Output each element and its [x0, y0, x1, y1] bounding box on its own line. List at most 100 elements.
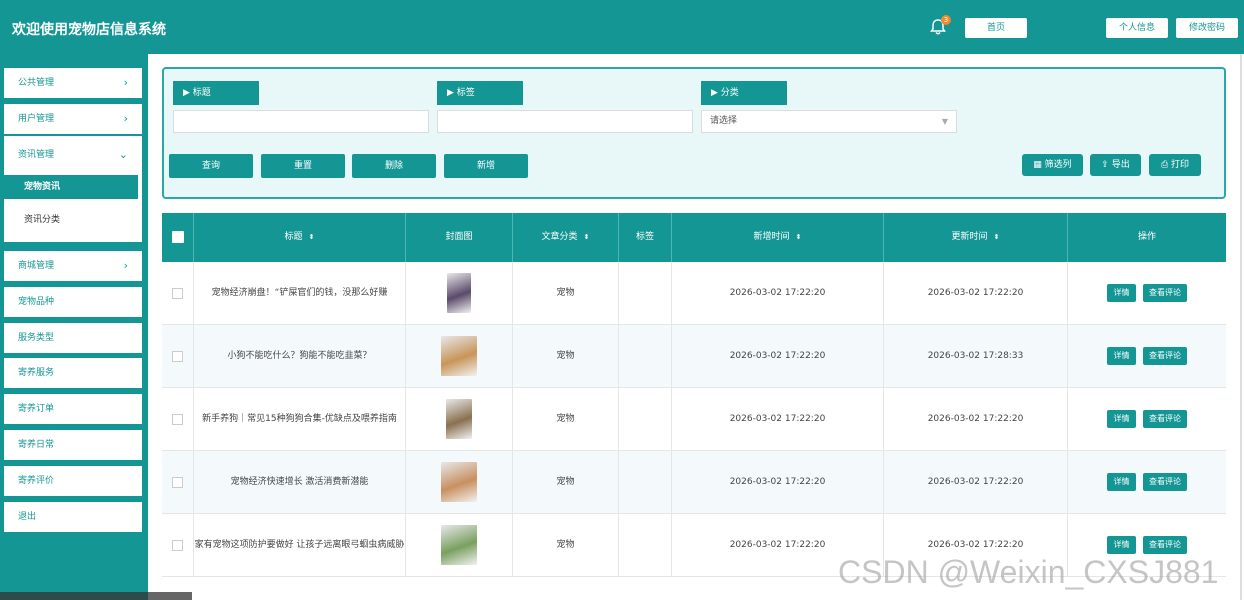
- row-title: 小狗不能吃什么？狗能不能吃韭菜？: [194, 325, 406, 387]
- header-updated-label: 更新时间: [951, 232, 988, 242]
- sort-icon[interactable]: ⬍: [309, 233, 315, 241]
- row-title: 宠物经济快速增长 激活消费新潜能: [194, 451, 406, 513]
- row-category: 宠物: [513, 451, 619, 513]
- row-cover-cell: [406, 325, 513, 387]
- cover-image: [441, 336, 477, 376]
- home-button[interactable]: 首页: [965, 18, 1027, 38]
- detail-button[interactable]: 详情: [1107, 284, 1136, 302]
- view-comments-button[interactable]: 查看评论: [1143, 347, 1187, 365]
- add-button[interactable]: 新增: [444, 154, 528, 178]
- sort-icon[interactable]: ⬍: [796, 233, 802, 241]
- row-category: 宠物: [513, 262, 619, 324]
- category-select[interactable]: 请选择 ▼: [701, 110, 957, 133]
- row-updated: 2026-03-02 17:28:33: [884, 325, 1068, 387]
- row-created: 2026-03-02 17:22:20: [672, 262, 884, 324]
- title-search-input[interactable]: [173, 110, 429, 133]
- row-checkbox[interactable]: [172, 351, 183, 362]
- sidebar-item-boarding-services[interactable]: 寄养服务: [4, 358, 142, 388]
- row-checkbox[interactable]: [172, 477, 183, 488]
- sidebar-item-service-types[interactable]: 服务类型: [4, 323, 142, 353]
- chevron-right-icon: ›: [123, 112, 128, 125]
- print-button[interactable]: ⎙ 打印: [1149, 154, 1201, 176]
- detail-button[interactable]: 详情: [1107, 536, 1136, 554]
- category-select-value: 请选择: [710, 116, 738, 126]
- sidebar-item-news[interactable]: 资讯管理 ⌄: [4, 140, 142, 170]
- header-created[interactable]: 新增时间 ⬍: [672, 213, 884, 262]
- header-category[interactable]: 文章分类 ⬍: [513, 213, 619, 262]
- row-updated: 2026-03-02 17:22:20: [884, 451, 1068, 513]
- row-tag: [619, 325, 672, 387]
- sidebar-subitem-pet-news[interactable]: 宠物资讯: [4, 175, 138, 199]
- profile-button[interactable]: 个人信息: [1106, 18, 1168, 38]
- caret-down-icon: ▼: [941, 117, 948, 126]
- sidebar-subitem-news-category[interactable]: 资讯分类: [4, 208, 138, 232]
- sidebar-item-label: 商城管理: [18, 261, 55, 271]
- filter-panel: [162, 67, 1226, 199]
- table-header: 标题 ⬍ 封面图 文章分类 ⬍ 标签 新增时间 ⬍ 更新时间 ⬍ 操作: [162, 213, 1226, 262]
- header-actions: 操作: [1137, 232, 1156, 242]
- cover-image: [441, 525, 477, 565]
- cover-image: [447, 273, 471, 313]
- sidebar-item-label: 用户管理: [18, 114, 55, 124]
- sidebar-item-public[interactable]: 公共管理 ›: [4, 68, 142, 98]
- query-button[interactable]: 查询: [169, 154, 253, 178]
- tag-filter-label: ▶ 标签: [437, 81, 523, 105]
- row-title: 宠物经济崩盘！“铲屎官们的钱，没那么好赚: [194, 262, 406, 324]
- change-password-button[interactable]: 修改密码: [1176, 18, 1238, 38]
- sidebar-item-boarding-daily[interactable]: 寄养日常: [4, 430, 142, 460]
- reset-button[interactable]: 重置: [261, 154, 345, 178]
- sidebar-item-pet-breeds[interactable]: 宠物品种: [4, 287, 142, 317]
- tag-search-input[interactable]: [437, 110, 693, 133]
- sidebar-item-users[interactable]: 用户管理 ›: [4, 104, 142, 134]
- view-comments-button[interactable]: 查看评论: [1143, 473, 1187, 491]
- top-bar: 欢迎使用宠物店信息系统: [0, 0, 1244, 54]
- sidebar-item-boarding-reviews[interactable]: 寄养评价: [4, 466, 142, 496]
- select-all-checkbox[interactable]: [172, 231, 184, 243]
- row-checkbox[interactable]: [172, 288, 183, 299]
- row-tag: [619, 451, 672, 513]
- scrollbar-track[interactable]: [1240, 54, 1242, 600]
- sidebar-item-mall[interactable]: 商城管理 ›: [4, 251, 142, 281]
- chevron-right-icon: ›: [123, 76, 128, 89]
- sidebar-item-boarding-orders[interactable]: 寄养订单: [4, 394, 142, 424]
- row-checkbox[interactable]: [172, 414, 183, 425]
- row-cover-cell: [406, 514, 513, 576]
- header-title[interactable]: 标题 ⬍: [194, 213, 406, 262]
- delete-button[interactable]: 删除: [352, 154, 436, 178]
- title-filter-label: ▶ 标题: [173, 81, 259, 105]
- detail-button[interactable]: 详情: [1107, 473, 1136, 491]
- chevron-down-icon: ⌄: [118, 148, 128, 161]
- header-select-cell: [162, 213, 194, 262]
- view-comments-button[interactable]: 查看评论: [1143, 536, 1187, 554]
- row-select-cell: [162, 388, 194, 450]
- detail-button[interactable]: 详情: [1107, 410, 1136, 428]
- view-comments-button[interactable]: 查看评论: [1143, 284, 1187, 302]
- filter-columns-label: 筛选列: [1044, 160, 1072, 170]
- category-filter-label: ▶ 分类: [701, 81, 787, 105]
- chevron-right-icon: ›: [123, 259, 128, 272]
- sort-icon[interactable]: ⬍: [994, 233, 1000, 241]
- view-comments-button[interactable]: 查看评论: [1143, 410, 1187, 428]
- table-row[interactable]: 宠物经济快速增长 激活消费新潜能 宠物 2026-03-02 17:22:20 202…: [162, 451, 1226, 514]
- row-created: 2026-03-02 17:22:20: [672, 325, 884, 387]
- sidebar-item-logout[interactable]: 退出: [4, 502, 142, 532]
- row-select-cell: [162, 514, 194, 576]
- watermark: CSDN @Weixin_CXSJ881: [838, 554, 1219, 590]
- print-label: 打印: [1171, 160, 1190, 170]
- detail-button[interactable]: 详情: [1107, 347, 1136, 365]
- header-updated[interactable]: 更新时间 ⬍: [884, 213, 1068, 262]
- table-row[interactable]: 新手养狗｜常见15种狗狗合集-优缺点及喂养指南 宠物 2026-03-02 17:2…: [162, 388, 1226, 451]
- filter-columns-button[interactable]: ▦ 筛选列: [1022, 154, 1083, 176]
- row-created: 2026-03-02 17:22:20: [672, 388, 884, 450]
- export-button[interactable]: ⇪ 导出: [1090, 154, 1141, 176]
- row-updated: 2026-03-02 17:22:20: [884, 388, 1068, 450]
- row-cover-cell: [406, 262, 513, 324]
- sidebar-item-label: 资讯管理: [18, 150, 55, 160]
- row-title: 新手养狗｜常见15种狗狗合集-优缺点及喂养指南: [194, 388, 406, 450]
- row-cover-cell: [406, 451, 513, 513]
- table-row[interactable]: 小狗不能吃什么？狗能不能吃韭菜？ 宠物 2026-03-02 17:22:20 202…: [162, 325, 1226, 388]
- row-checkbox[interactable]: [172, 540, 183, 551]
- sort-icon[interactable]: ⬍: [584, 233, 590, 241]
- export-label: 导出: [1111, 160, 1130, 170]
- table-row[interactable]: 宠物经济崩盘！“铲屎官们的钱，没那么好赚 宠物 2026-03-02 17:22:2…: [162, 262, 1226, 325]
